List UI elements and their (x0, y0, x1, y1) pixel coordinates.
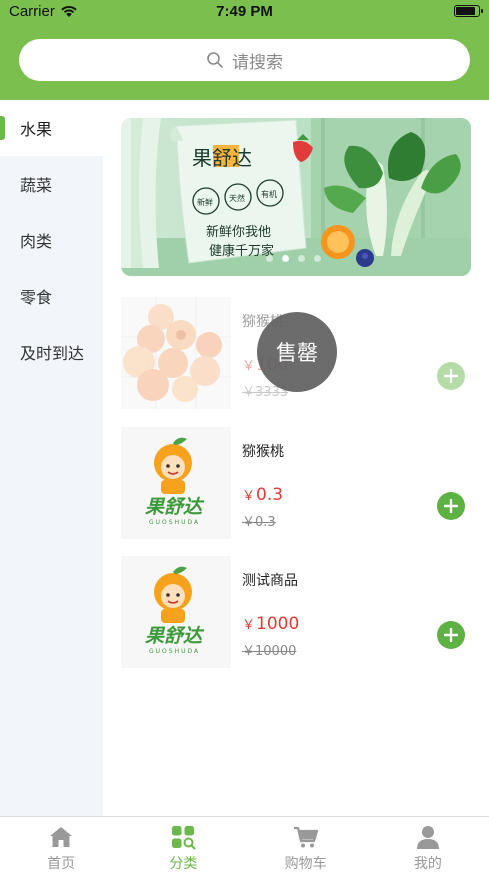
tab-label: 我的 (413, 856, 442, 872)
sold-out-badge: 售罄 (257, 312, 337, 392)
banner-brand-text: 果舒达 (192, 146, 252, 170)
currency-symbol: ￥ (242, 359, 256, 374)
carousel-dot[interactable] (266, 255, 273, 262)
sidebar-item-fruit[interactable]: 水果 (0, 100, 103, 156)
carousel-dots[interactable] (266, 255, 321, 262)
add-to-cart-button[interactable] (437, 492, 465, 520)
bottom-tab-bar: 首页 分类 购物车 我的 (0, 816, 489, 875)
banner-slogan-1: 新鲜你我他 (206, 224, 271, 240)
battery-fill (456, 7, 475, 15)
tab-category[interactable]: 分类 (122, 817, 244, 875)
product-name: 测试商品 (242, 573, 298, 589)
banner-tag-2: 天然 (229, 193, 245, 203)
search-icon (207, 52, 223, 68)
add-to-cart-button[interactable] (437, 621, 465, 649)
product-card[interactable]: 果舒达 GUOSHUDA 猕猴桃 ￥0.3 ￥0.3 (121, 427, 471, 539)
clock: 7:49 PM (216, 3, 273, 20)
user-icon (416, 826, 439, 849)
banner-illustration: 果舒达 新鲜 天然 有机 新鲜你我他 健康千万家 (121, 118, 471, 276)
cart-icon (293, 826, 318, 848)
brand-mascot-logo: 果舒达 GUOSHUDA (121, 556, 231, 668)
search-input[interactable]: 请搜索 (232, 48, 283, 73)
price-value: 0.3 (256, 485, 284, 505)
currency-symbol: ￥ (242, 489, 256, 504)
active-indicator (0, 116, 5, 140)
sidebar-item-snacks[interactable]: 零食 (0, 268, 103, 324)
tab-label: 购物车 (284, 856, 327, 872)
product-price: ￥1000 (242, 614, 299, 634)
product-image: 果舒达 GUOSHUDA (121, 556, 231, 668)
product-name: 猕猴桃 (242, 444, 284, 460)
sidebar-item-label: 蔬菜 (20, 176, 53, 195)
category-sidebar: 水果 蔬菜 肉类 零食 及时到达 (0, 100, 103, 816)
sidebar-item-meat[interactable]: 肉类 (0, 212, 103, 268)
brand-mascot-logo: 果舒达 GUOSHUDA (121, 427, 231, 539)
sidebar-item-label: 及时到达 (20, 344, 85, 363)
add-to-cart-button[interactable] (437, 362, 465, 390)
sidebar-item-express[interactable]: 及时到达 (0, 324, 103, 380)
tab-label: 分类 (169, 856, 198, 872)
product-image (121, 297, 231, 409)
tab-home[interactable]: 首页 (0, 817, 122, 875)
sidebar-item-label: 零食 (20, 288, 53, 307)
sidebar-item-label: 肉类 (20, 232, 53, 251)
plus-icon (444, 499, 458, 513)
search-bar[interactable]: 请搜索 (19, 39, 470, 81)
carousel-dot[interactable] (314, 255, 321, 262)
status-bar: Carrier 7:49 PM (0, 0, 489, 26)
plus-icon (444, 628, 458, 642)
logo-text: 果舒达 (145, 625, 205, 647)
home-icon (50, 827, 73, 847)
banner-tag-3: 有机 (261, 189, 277, 199)
tab-cart[interactable]: 购物车 (245, 817, 367, 875)
tab-label: 首页 (47, 856, 76, 872)
product-area: 果舒达 新鲜 天然 有机 新鲜你我他 健康千万家 猕猴桃 ￥ ￥3333 售罄 … (103, 100, 489, 816)
product-price: ￥0.3 (242, 485, 283, 505)
currency-symbol: ￥ (242, 618, 256, 633)
price-value: 1000 (256, 614, 300, 634)
original-price: ￥0.3 (242, 515, 276, 530)
carousel-dot[interactable] (298, 255, 305, 262)
plus-icon (444, 369, 458, 383)
original-price: ￥10000 (242, 644, 297, 659)
logo-pinyin: GUOSHUDA (149, 519, 200, 526)
sidebar-item-label: 水果 (20, 120, 53, 139)
category-icon (172, 826, 196, 850)
banner-slogan-2: 健康千万家 (209, 243, 274, 259)
carousel-dot-active[interactable] (282, 255, 289, 262)
product-image: 果舒达 GUOSHUDA (121, 427, 231, 539)
app-header: Carrier 7:49 PM 请搜索 (0, 0, 489, 100)
battery-icon (454, 5, 483, 17)
logo-text: 果舒达 (145, 496, 205, 518)
logo-pinyin: GUOSHUDA (149, 648, 200, 655)
tab-profile[interactable]: 我的 (367, 817, 489, 875)
promo-banner[interactable]: 果舒达 新鲜 天然 有机 新鲜你我他 健康千万家 (121, 118, 471, 276)
product-card[interactable]: 果舒达 GUOSHUDA 测试商品 ￥1000 ￥10000 (121, 556, 471, 668)
sidebar-item-vegetables[interactable]: 蔬菜 (0, 156, 103, 212)
banner-tag-1: 新鲜 (197, 197, 213, 207)
peaches-photo (121, 297, 231, 409)
